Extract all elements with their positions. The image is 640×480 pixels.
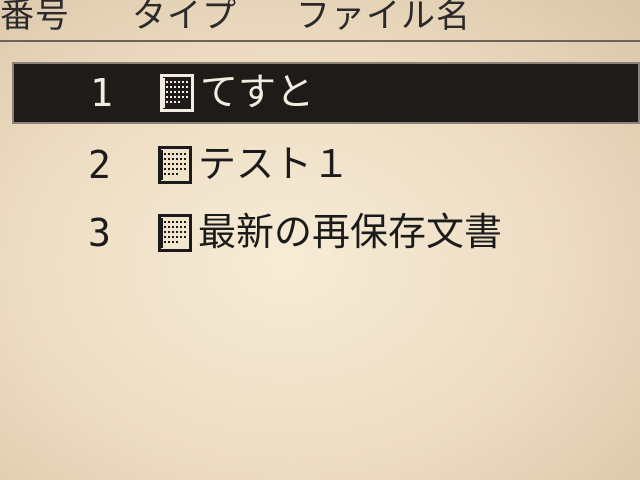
document-icon [158, 214, 192, 252]
file-row-2[interactable]: 2 テスト１ [8, 134, 640, 196]
file-name: 最新の再保存文書 [198, 210, 503, 254]
file-name: てすと [200, 70, 315, 114]
file-row-3[interactable]: 3 最新の再保存文書 [8, 202, 640, 264]
header-filename[interactable]: ファイル名 [296, 0, 471, 38]
file-number: 3 [88, 211, 111, 255]
file-number: 1 [90, 71, 113, 115]
file-row-1[interactable]: 1 てすと [12, 62, 640, 124]
file-list-screen: 番号 タイプ ファイル名 1 てすと 2 テスト１ 3 最新の再保存文書 [0, 0, 640, 480]
list-header: 番号 タイプ ファイル名 [0, 0, 640, 42]
header-type[interactable]: タイプ [132, 0, 237, 38]
document-icon [160, 74, 194, 112]
header-number[interactable]: 番号 [0, 0, 70, 38]
header-divider [0, 40, 640, 42]
file-name: テスト１ [198, 142, 351, 186]
file-list: 1 てすと 2 テスト１ 3 最新の再保存文書 [8, 62, 640, 480]
document-icon [158, 146, 192, 184]
file-number: 2 [88, 143, 111, 187]
